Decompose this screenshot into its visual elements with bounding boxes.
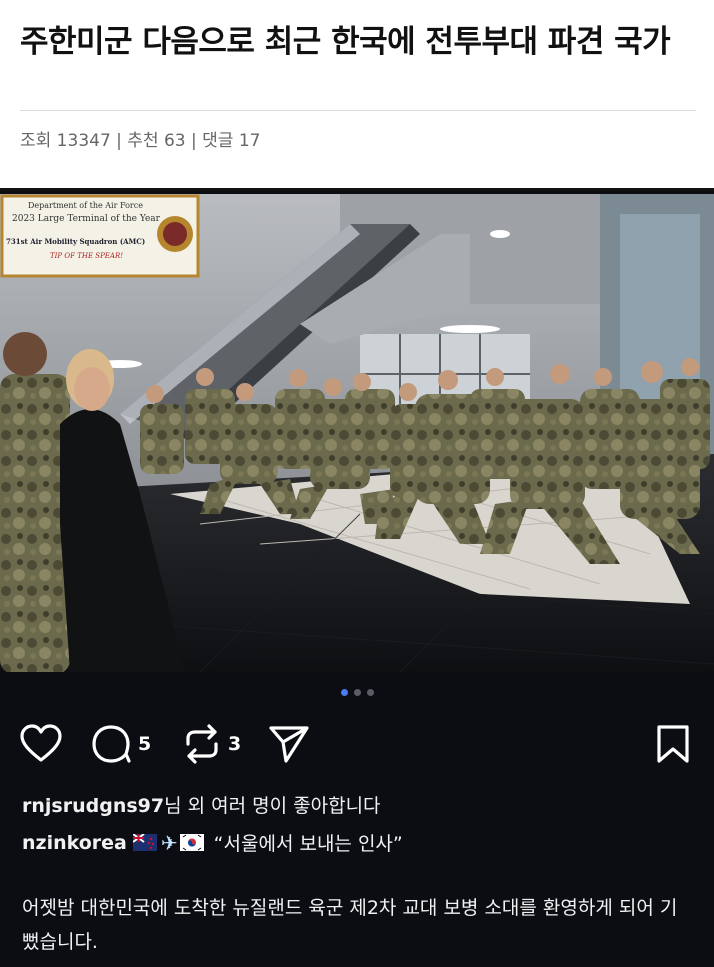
sign-line-1: Department of the Air Force xyxy=(28,201,143,210)
comment-button[interactable]: 5 xyxy=(92,724,151,764)
repost-button[interactable]: 3 xyxy=(182,724,241,764)
article-header: 주한미군 다음으로 최근 한국에 전투부대 파견 국가 조회 13347 | 추… xyxy=(0,0,714,190)
share-button[interactable] xyxy=(268,724,310,764)
save-button[interactable] xyxy=(656,724,690,764)
like-button[interactable] xyxy=(20,724,62,764)
sign-line-2: 2023 Large Terminal of the Year xyxy=(12,214,161,224)
post-photo[interactable]: Department of the Air Force 2023 Large T… xyxy=(0,194,714,672)
new-zealand-flag-icon xyxy=(132,834,157,851)
send-icon xyxy=(269,726,309,763)
post-author-username[interactable]: nzinkorea xyxy=(22,832,127,854)
likes-line: rnjsrudgns97님 외 여러 명이 좋아합니다 xyxy=(22,791,381,818)
south-korea-flag-icon xyxy=(179,834,204,851)
caption-quote: “서울에서 보내는 인사” xyxy=(213,833,403,855)
caption-header: nzinkorea ✈ “서울에서 보내는 인사” xyxy=(22,829,403,856)
soldiers-haka-photo: Department of the Air Force 2023 Large T… xyxy=(0,194,714,672)
carousel-indicator xyxy=(0,689,714,699)
instagram-post: Department of the Air Force 2023 Large T… xyxy=(0,188,714,967)
carousel-dot[interactable] xyxy=(353,689,361,696)
article-meta: 조회 13347 | 추천 63 | 댓글 17 xyxy=(20,131,261,151)
liker-username[interactable]: rnjsrudgns97 xyxy=(22,795,164,817)
comment-bubble-icon xyxy=(92,725,131,763)
heart-icon xyxy=(20,724,62,762)
sign-line-3: 731st Air Mobility Squadron (AMC) xyxy=(6,237,145,246)
sign-line-4: TIP OF THE SPEAR! xyxy=(50,252,123,260)
title-divider xyxy=(20,110,696,111)
likes-suffix: 님 외 여러 명이 좋아합니다 xyxy=(164,795,381,817)
carousel-dot-active[interactable] xyxy=(340,689,348,696)
repost-icon xyxy=(186,724,218,764)
bookmark-icon xyxy=(657,725,689,763)
caption-body: 어젯밤 대한민국에 도착한 뉴질랜드 육군 제2차 교대 보병 소대를 환영하게… xyxy=(22,897,678,953)
article-title: 주한미군 다음으로 최근 한국에 전투부대 파견 국가 xyxy=(20,24,671,60)
post-action-bar: 5 3 xyxy=(20,724,694,768)
carousel-dot[interactable] xyxy=(366,689,374,696)
comment-count: 5 xyxy=(138,733,152,755)
airplane-icon: ✈ xyxy=(160,830,178,855)
repost-count: 3 xyxy=(228,733,242,755)
